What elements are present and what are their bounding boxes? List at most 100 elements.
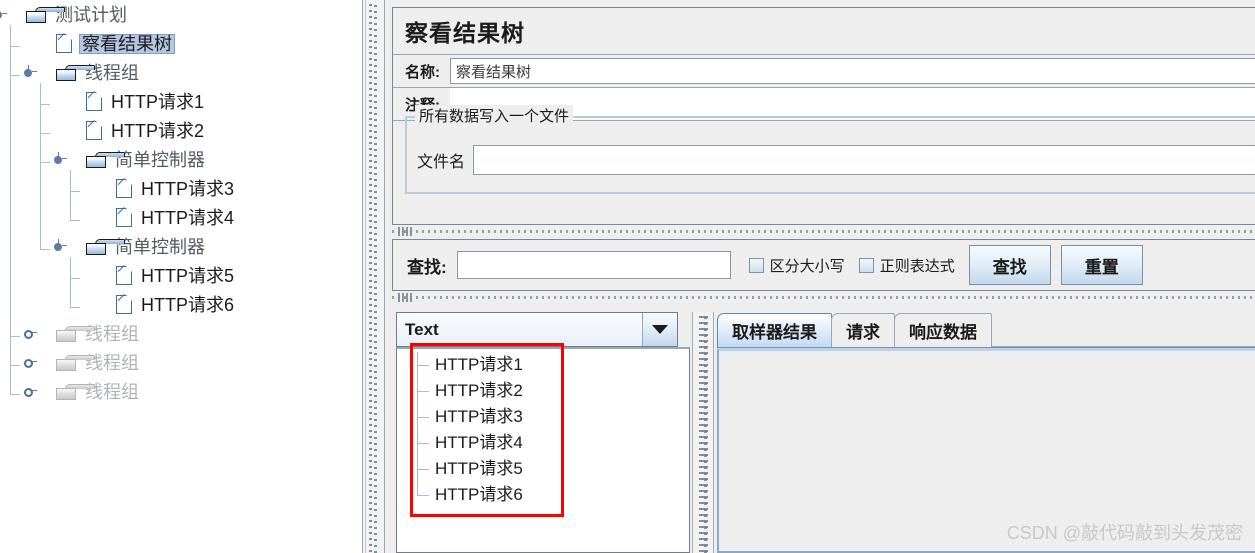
search-input[interactable] (456, 251, 731, 279)
tab-0[interactable]: 取样器结果 (717, 313, 832, 347)
tree-connector-line (40, 132, 50, 134)
tree-node[interactable]: HTTP请求6 (0, 290, 362, 319)
tree-connector-line (70, 277, 80, 279)
tab-2[interactable]: 响应数据 (894, 313, 992, 347)
tree-node-label: HTTP请求2 (111, 120, 205, 141)
result-tree-connector-line (417, 365, 429, 366)
main-split-divider[interactable] (362, 0, 385, 553)
tree-connector-line (10, 24, 11, 394)
toolbar-drag-separator-top[interactable] (392, 227, 1255, 237)
toolbar-drag-separator-bottom[interactable] (392, 293, 1255, 303)
tree-connector-line (70, 219, 80, 221)
tree-node[interactable]: 线程组 (0, 319, 362, 348)
folder-icon (26, 6, 65, 23)
tree-connector-line (40, 103, 50, 105)
divider-grip-dots-secondary (374, 3, 377, 553)
folder-icon (56, 64, 95, 81)
tree-node[interactable]: 线程组 (0, 58, 362, 87)
tree-node[interactable]: HTTP请求5 (0, 261, 362, 290)
renderer-combobox[interactable]: Text (396, 312, 678, 347)
tree-node[interactable]: 线程组 (0, 348, 362, 377)
tree-connector-line (40, 161, 50, 163)
tab-1[interactable]: 请求 (831, 313, 895, 347)
tree-node-label: HTTP请求5 (141, 265, 235, 286)
document-icon (116, 294, 132, 314)
folder-icon (56, 383, 95, 400)
tab-label: 响应数据 (909, 323, 977, 342)
listener-config-panel: 察看结果树 名称: 察看结果树 注释: 所有数据写入一个文件 文件名 (385, 0, 1255, 553)
write-all-data-group: 所有数据写入一个文件 文件名 (405, 105, 1255, 194)
drag-grip-icon-secondary (398, 293, 414, 302)
tree-node[interactable]: HTTP请求3 (0, 174, 362, 203)
find-button[interactable]: 查找 (968, 245, 1051, 285)
test-plan-tree[interactable]: 测试计划 察看结果树 线程组 HTTP请求1 HTTP请求2 简单控制器 HTTP请求3 HT… (0, 0, 362, 553)
tree-collapse-handle-icon[interactable] (22, 326, 37, 339)
tree-node[interactable]: 测试计划 (0, 0, 362, 29)
result-tabs-area: 取样器结果 请求 响应数据 CSDN @敲代码敲到头发茂密 (715, 312, 1255, 553)
result-tree-connector-line (417, 417, 429, 418)
drag-grip-icon (398, 227, 414, 236)
result-tree-connector-line (417, 469, 429, 470)
tree-expand-handle-icon[interactable] (52, 152, 67, 165)
sampler-results-tree[interactable]: HTTP请求1 HTTP请求2 HTTP请求3 HTTP请求4 HTTP请求5 HTTP请… (396, 347, 690, 553)
tree-node-label: 简单控制器 (115, 236, 205, 257)
filename-label: 文件名 (417, 154, 466, 171)
renderer-combobox-button[interactable] (643, 313, 677, 346)
tree-connector-line (10, 45, 20, 47)
tree-node[interactable]: HTTP请求2 (0, 116, 362, 145)
tree-connector-line (70, 306, 80, 308)
tree-node[interactable]: HTTP请求4 (0, 203, 362, 232)
group-legend: 所有数据写入一个文件 (415, 105, 574, 126)
result-tabstrip[interactable]: 取样器结果 请求 响应数据 (717, 312, 1255, 348)
result-tree-item[interactable]: HTTP请求5 (397, 453, 689, 479)
result-tree-item-label: HTTP请求3 (435, 406, 523, 426)
result-tree-connector-line (417, 495, 429, 496)
results-split-divider[interactable] (692, 312, 714, 553)
tree-connector-line (40, 248, 50, 250)
tree-node[interactable]: 察看结果树 (0, 29, 362, 58)
folder-icon (86, 151, 125, 168)
tree-connector-line (10, 393, 20, 395)
case-sensitive-checkbox-wrap[interactable]: 区分大小写 (748, 255, 845, 276)
tree-connector-line (70, 190, 80, 192)
result-tree-item[interactable]: HTTP请求2 (397, 375, 689, 401)
listener-header-box: 察看结果树 名称: 察看结果树 注释: 所有数据写入一个文件 文件名 (392, 7, 1255, 225)
reset-button[interactable]: 重置 (1060, 245, 1143, 285)
result-tree-item[interactable]: HTTP请求6 (397, 479, 689, 505)
tree-connector-line (70, 169, 71, 220)
tree-node[interactable]: 线程组 (0, 377, 362, 406)
tree-node[interactable]: HTTP请求1 (0, 87, 362, 116)
name-input[interactable]: 察看结果树 (450, 58, 1255, 84)
csdn-watermark: CSDN @敲代码敲到头发茂密 (1006, 523, 1243, 543)
tree-collapse-handle-icon[interactable] (22, 355, 37, 368)
tree-collapse-handle-icon[interactable] (22, 384, 37, 397)
tree-node[interactable]: 简单控制器 (0, 145, 362, 174)
regex-checkbox[interactable] (858, 257, 874, 273)
inner-divider-grip-dots-secondary (704, 315, 707, 553)
result-tree-item[interactable]: HTTP请求3 (397, 401, 689, 427)
tab-label: 取样器结果 (732, 323, 817, 342)
result-tree-item-label: HTTP请求5 (435, 458, 523, 478)
tree-expand-handle-icon[interactable] (22, 65, 37, 78)
filename-row: 文件名 (407, 140, 1255, 180)
tree-node[interactable]: 简单控制器 (0, 232, 362, 261)
renderer-combobox-value[interactable]: Text (397, 313, 643, 346)
folder-icon (86, 238, 125, 255)
tree-node-label: 察看结果树 (79, 33, 175, 54)
result-tree-item[interactable]: HTTP请求4 (397, 427, 689, 453)
tree-node-label: HTTP请求6 (141, 294, 235, 315)
result-tree-item[interactable]: HTTP请求1 (397, 349, 689, 375)
folder-icon (56, 325, 95, 342)
regex-label: 正则表达式 (879, 257, 955, 275)
jmeter-window: 测试计划 察看结果树 线程组 HTTP请求1 HTTP请求2 简单控制器 HTTP请求3 HT… (0, 0, 1255, 553)
tree-expand-handle-icon[interactable] (52, 239, 67, 252)
name-row: 名称: 察看结果树 (393, 55, 1255, 87)
case-sensitive-checkbox[interactable] (748, 257, 764, 273)
document-icon (86, 91, 102, 111)
tree-expand-handle-icon[interactable] (0, 7, 7, 20)
tab-content-panel: CSDN @敲代码敲到头发茂密 (717, 348, 1255, 553)
regex-checkbox-wrap[interactable]: 正则表达式 (858, 255, 955, 276)
result-tree-connector-line (417, 443, 429, 444)
filename-input[interactable] (473, 145, 1255, 175)
tree-node-label: HTTP请求1 (111, 91, 205, 112)
